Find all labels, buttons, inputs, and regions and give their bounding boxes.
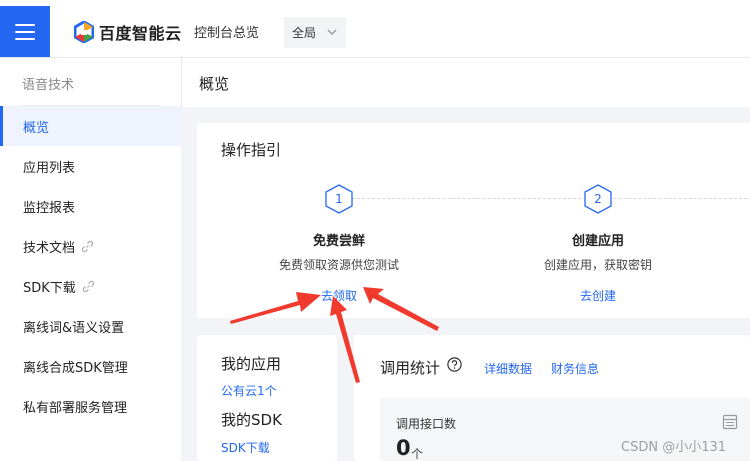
my-app-card: 我的应用 公有云1个 我的SDK SDK下载	[197, 335, 337, 461]
help-icon[interactable]	[447, 357, 462, 372]
sidebar-item-label: SDK下载	[23, 280, 76, 296]
region-select[interactable]: 全局	[284, 17, 346, 48]
brand-name: 百度智能云	[99, 24, 182, 43]
external-link-icon	[81, 240, 94, 252]
sidebar-item-offline-tts-sdk[interactable]: 离线合成SDK管理	[0, 346, 181, 386]
step-description: 免费领取资源供您测试	[278, 258, 399, 272]
brand-logo[interactable]: 百度智能云	[74, 20, 182, 44]
sdk-download-link[interactable]: SDK下载	[221, 439, 270, 456]
console-overview-link[interactable]: 控制台总览	[194, 22, 259, 41]
sidebar-item-label: 离线词&语义设置	[23, 320, 125, 336]
sidebar-item-label: 技术文档	[23, 240, 76, 256]
step-title: 免费尝鲜	[312, 234, 365, 249]
public-cloud-apps-link[interactable]: 公有云1个	[221, 382, 277, 399]
step-number: 1	[335, 192, 343, 206]
region-value: 全局	[292, 26, 317, 40]
calculator-icon[interactable]	[722, 414, 738, 430]
stats-title: 调用统计	[380, 359, 441, 377]
sidebar-item-tech-docs[interactable]: 技术文档	[0, 226, 181, 266]
baidu-cloud-logo-icon	[74, 21, 94, 43]
main-header: 概览	[181, 58, 750, 107]
sidebar-item-label: 离线合成SDK管理	[23, 360, 128, 376]
sidebar: 语音技术 概览 应用列表 监控报表 技术文档 SDK下载 离线词&语义设置 离线…	[0, 58, 181, 461]
claim-free-link[interactable]: 去领取	[219, 287, 459, 304]
menu-button[interactable]	[0, 6, 50, 57]
sidebar-item-label: 概览	[23, 120, 50, 136]
top-header: 百度智能云 控制台总览 全局	[0, 0, 750, 58]
create-app-link[interactable]: 去创建	[478, 287, 718, 304]
page-title: 概览	[199, 75, 230, 93]
sidebar-item-overview[interactable]: 概览	[0, 106, 181, 146]
step-title: 创建应用	[571, 234, 624, 249]
metric-label: 调用接口数	[396, 417, 457, 431]
chevron-down-icon	[327, 29, 337, 35]
metric-unit: 个	[411, 447, 424, 461]
sidebar-title: 语音技术	[22, 78, 75, 93]
sidebar-item-private-deploy[interactable]: 私有部署服务管理	[0, 386, 181, 426]
operation-guide-card: 操作指引 1 免费尝鲜 免费领取资源供您测试 去领取 2 创建应用 创建应用，获…	[197, 123, 750, 318]
sidebar-item-app-list[interactable]: 应用列表	[0, 146, 181, 186]
watermark: CSDN @小小131	[621, 440, 727, 455]
finance-info-link[interactable]: 财务信息	[551, 360, 599, 377]
sidebar-item-label: 私有部署服务管理	[23, 400, 128, 416]
metric-value: 0	[396, 436, 411, 460]
guide-step-2: 2 创建应用 创建应用，获取密钥 去创建	[478, 184, 718, 304]
my-sdk-title: 我的SDK	[221, 411, 282, 429]
sidebar-item-sdk-download[interactable]: SDK下载	[0, 266, 181, 306]
guide-title: 操作指引	[221, 141, 282, 159]
hamburger-icon	[15, 23, 35, 40]
step-number-badge: 2	[584, 184, 612, 214]
step-number: 2	[594, 192, 602, 206]
sidebar-item-label: 监控报表	[23, 200, 76, 216]
step-number-badge: 1	[325, 184, 353, 214]
guide-step-1: 1 免费尝鲜 免费领取资源供您测试 去领取	[219, 184, 459, 304]
my-apps-title: 我的应用	[221, 355, 282, 373]
external-link-icon	[82, 280, 94, 292]
sidebar-item-monitor-report[interactable]: 监控报表	[0, 186, 181, 226]
sidebar-item-offline-words[interactable]: 离线词&语义设置	[0, 306, 181, 346]
detail-data-link[interactable]: 详细数据	[484, 360, 532, 377]
sidebar-item-label: 应用列表	[23, 160, 76, 176]
step-description: 创建应用，获取密钥	[543, 258, 652, 272]
